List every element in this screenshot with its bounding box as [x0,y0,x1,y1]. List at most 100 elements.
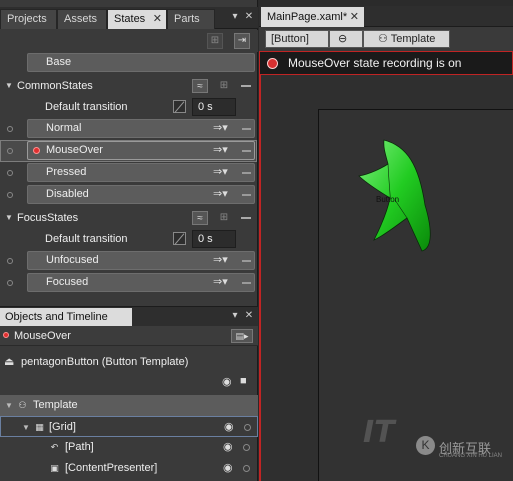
remove-state-icon[interactable] [242,172,251,174]
easing-icon[interactable]: ≈ [192,79,208,93]
collapse-arrow-icon[interactable]: ▼ [5,76,13,96]
path-icon: ↶ [50,442,59,452]
recording-bar[interactable]: MouseOver state recording is on [259,51,513,75]
breadcrumb: [Button] ⊖ ⚇ Template [259,27,513,51]
recording-indicator-icon[interactable] [267,58,278,69]
add-state-group-icon[interactable]: ⊞ [207,33,223,49]
add-state-icon[interactable]: ⊞ [216,211,232,225]
state-mouseover[interactable]: MouseOver ⇒▾ [27,141,255,160]
scope-label: pentagonButton (Button Template) [21,356,189,368]
easing-function-box[interactable] [173,232,186,245]
watermark-logo: IT [363,415,395,450]
add-transition-icon[interactable]: ⇒▾ [213,254,235,267]
easing-function-box[interactable] [173,100,186,113]
lock-toggle-icon[interactable] [244,424,251,431]
remove-state-icon[interactable] [242,150,251,152]
remove-state-icon[interactable] [242,194,251,196]
recording-message: MouseOver state recording is on [288,56,462,70]
state-group-name: FocusStates [17,212,79,224]
remove-group-icon[interactable] [241,85,251,87]
breadcrumb-template[interactable]: ⚇ Template [363,30,450,48]
state-label: Disabled [46,188,89,200]
eye-icon[interactable]: ◉ [223,458,233,479]
eye-icon[interactable]: ◉ [222,375,232,388]
scope-up-icon[interactable]: ⏏ [4,352,14,372]
document-tab-label: MainPage.xaml* [267,11,348,23]
template-scope-row: ⏏ pentagonButton (Button Template) [0,352,258,372]
design-canvas[interactable]: Button IT K 创新互联 CHUANG XIN HU LIAN [259,75,513,481]
tab-objects-timeline[interactable]: Objects and Timeline [0,308,132,327]
state-disabled[interactable]: Disabled ⇒▾ [27,185,255,204]
remove-state-icon[interactable] [242,260,251,262]
remove-group-icon[interactable] [241,217,251,219]
lock-toggle-icon[interactable] [243,465,250,472]
content-presenter-icon: ▣ [50,463,59,473]
tree-item-grid[interactable]: ▼ ▦ [Grid] ◉ [0,416,258,437]
tab-mainpage-xaml[interactable]: MainPage.xaml* ✕ [261,7,364,27]
transition-duration-input[interactable]: 0 s [192,230,236,248]
timeline-menu-button[interactable]: ▤▸ [231,329,253,343]
lock-icon[interactable]: ■ [240,375,247,387]
add-transition-icon[interactable]: ⇒▾ [213,188,235,201]
turn-off-transition-preview-icon[interactable]: ⇥ [234,33,250,49]
breadcrumb-button[interactable]: [Button] [265,30,329,48]
close-icon[interactable]: ✕ [350,7,359,27]
state-indicator-icon [7,170,13,176]
base-state-label: Base [46,56,72,68]
objects-timeline-header: Objects and Timeline ▾ ✕ [0,306,258,327]
pin-icon[interactable]: ▾ [229,9,241,25]
state-label: Normal [46,122,82,134]
collapse-arrow-icon[interactable]: ▼ [22,417,30,438]
add-transition-icon[interactable]: ⇒▾ [213,276,235,289]
state-indicator-icon [7,126,13,132]
state-normal[interactable]: Normal ⇒▾ [27,119,255,138]
default-transition-row: Default transition 0 s [0,229,258,249]
breadcrumb-template-label: Template [390,33,436,45]
remove-state-icon[interactable] [242,282,251,284]
collapse-arrow-icon[interactable]: ▼ [5,395,13,416]
state-indicator-icon [7,192,13,198]
tree-item-label: [ContentPresenter] [65,462,158,474]
tree-item-template[interactable]: ▼ ⚇ Template [0,395,258,416]
add-transition-icon[interactable]: ⇒▾ [213,166,235,179]
breadcrumb-style[interactable]: ⊖ [329,30,363,48]
add-transition-icon[interactable]: ⇒▾ [213,144,235,157]
state-label: MouseOver [46,144,103,156]
transition-duration-input[interactable]: 0 s [192,98,236,116]
remove-state-icon[interactable] [242,128,251,130]
tab-states[interactable]: States ✕ [107,9,167,29]
tab-parts[interactable]: Parts [167,9,215,29]
tab-assets[interactable]: Assets [57,9,107,29]
close-panel-icon[interactable]: ✕ [243,9,255,25]
pin-icon[interactable]: ▾ [229,308,241,324]
state-unfocused[interactable]: Unfocused ⇒▾ [27,251,255,270]
base-state[interactable]: Base [27,53,255,72]
tab-projects[interactable]: Projects [0,9,57,29]
state-group-common-states[interactable]: ▼ CommonStates ≈ ⊞ [0,76,258,96]
tree-item-label: [Grid] [49,421,76,433]
default-transition-label: Default transition [45,233,128,245]
template-icon: ⚇ [378,33,388,45]
easing-icon[interactable]: ≈ [192,211,208,225]
state-group-focus-states[interactable]: ▼ FocusStates ≈ ⊞ [0,208,258,228]
pentagon-button-shape[interactable]: Button [319,110,513,270]
recording-dot-icon [3,332,9,338]
close-icon[interactable]: ✕ [153,10,162,29]
eye-icon[interactable]: ◉ [223,437,233,458]
style-icon: ⊖ [338,33,348,45]
tree-item-content-presenter[interactable]: ▣ [ContentPresenter] ◉ [0,458,258,479]
collapse-arrow-icon[interactable]: ▼ [5,208,13,228]
tab-states-label: States [114,13,146,25]
add-transition-icon[interactable]: ⇒▾ [213,122,235,135]
close-panel-icon[interactable]: ✕ [243,308,255,324]
add-state-icon[interactable]: ⊞ [216,79,232,93]
tree-item-label: [Path] [65,441,94,453]
watermark: IT K 创新互联 CHUANG XIN HU LIAN [361,402,513,460]
state-indicator-icon [7,258,13,264]
tree-item-path[interactable]: ↶ [Path] ◉ [0,437,258,458]
watermark-badge-icon: K [416,436,435,455]
state-pressed[interactable]: Pressed ⇒▾ [27,163,255,182]
state-focused[interactable]: Focused ⇒▾ [27,273,255,292]
eye-icon[interactable]: ◉ [224,417,234,438]
lock-toggle-icon[interactable] [243,444,250,451]
